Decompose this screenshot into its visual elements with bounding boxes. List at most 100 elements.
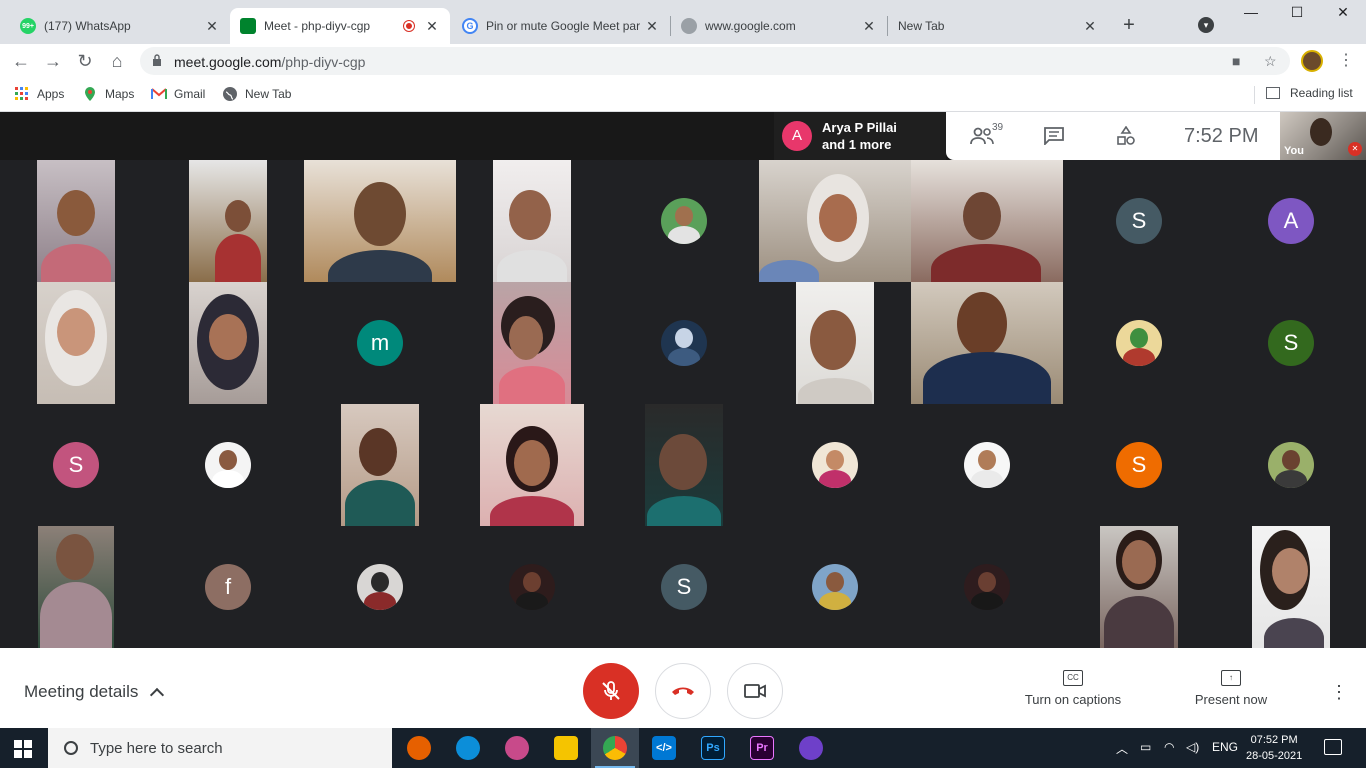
wifi-icon[interactable]: ◠ — [1164, 740, 1174, 754]
bookmark-gmail[interactable]: Gmail — [151, 86, 205, 102]
chrome-icon[interactable] — [603, 736, 627, 760]
present-now-button[interactable]: ↑ Present now — [1184, 670, 1278, 707]
windows-start-icon[interactable] — [14, 740, 32, 758]
participant-video-tile[interactable] — [759, 160, 911, 282]
volume-icon[interactable]: ◁) — [1186, 740, 1199, 754]
participant-video-tile[interactable] — [493, 160, 571, 282]
chevron-up-icon[interactable]: ︿ — [1116, 740, 1128, 757]
camera-permission-icon[interactable]: ■ — [1232, 53, 1240, 69]
close-icon[interactable]: ✕ — [644, 18, 660, 35]
meeting-details-button[interactable]: Meeting details — [24, 682, 165, 703]
microphone-toggle-button[interactable] — [583, 663, 639, 719]
participant-photo-avatar[interactable] — [964, 442, 1010, 488]
participant-video-tile[interactable] — [1100, 526, 1178, 648]
close-icon[interactable]: ✕ — [204, 18, 220, 35]
participant-photo-avatar[interactable] — [964, 564, 1010, 610]
participant-initial-avatar[interactable]: S — [1116, 198, 1162, 244]
close-window-button[interactable]: ✕ — [1320, 4, 1366, 26]
participant-face — [56, 534, 94, 580]
participant-video-tile[interactable] — [37, 282, 115, 404]
star-icon[interactable]: ☆ — [1264, 53, 1277, 70]
reading-list-button[interactable]: Reading list — [1266, 86, 1353, 100]
leave-call-button[interactable] — [655, 663, 711, 719]
participant-photo-avatar[interactable] — [509, 564, 555, 610]
firefox-icon[interactable] — [407, 736, 431, 760]
paint-icon[interactable] — [505, 736, 529, 760]
vscode-icon[interactable]: </> — [652, 736, 676, 760]
participant-video-tile[interactable] — [189, 160, 267, 282]
participant-video-tile[interactable] — [911, 282, 1063, 404]
close-icon[interactable]: ✕ — [861, 18, 877, 35]
reload-icon[interactable]: ↻ — [72, 48, 98, 74]
close-icon[interactable]: ✕ — [424, 18, 440, 35]
browser-tab-strip: 99+ (177) WhatsApp ✕ Meet - php-diyv-cgp… — [0, 0, 1366, 44]
github-icon[interactable] — [799, 736, 823, 760]
tab-search-icon[interactable]: ▾ — [1198, 17, 1214, 33]
participant-photo-avatar[interactable] — [661, 198, 707, 244]
close-icon[interactable]: ✕ — [1082, 18, 1098, 35]
participant-initial-avatar[interactable]: A — [1268, 198, 1314, 244]
participant-video-tile[interactable] — [796, 282, 874, 404]
bookmark-apps[interactable]: Apps — [14, 86, 64, 102]
participant-video-tile[interactable] — [341, 404, 419, 526]
participant-photo-avatar[interactable] — [205, 442, 251, 488]
participant-video-tile[interactable] — [645, 404, 723, 526]
participant-video-tile[interactable] — [38, 526, 114, 648]
forward-icon[interactable]: → — [40, 48, 66, 74]
participant-initial-avatar[interactable]: S — [1116, 442, 1162, 488]
new-tab-button[interactable]: + — [1117, 14, 1141, 38]
notifications-icon[interactable] — [1324, 739, 1342, 755]
home-icon[interactable]: ⌂ — [104, 48, 130, 74]
tab-new-tab[interactable]: New Tab ✕ — [888, 8, 1108, 44]
file-explorer-icon[interactable] — [554, 736, 578, 760]
participant-face — [57, 190, 95, 236]
participant-video-tile[interactable] — [189, 282, 267, 404]
participant-initial-avatar[interactable]: f — [205, 564, 251, 610]
participant-initial-avatar[interactable]: m — [357, 320, 403, 366]
participant-initial-avatar[interactable]: S — [53, 442, 99, 488]
participant-photo-avatar[interactable] — [812, 564, 858, 610]
participant-video-tile[interactable] — [37, 160, 115, 282]
participant-photo-avatar[interactable] — [357, 564, 403, 610]
battery-icon[interactable]: ▭ — [1140, 740, 1151, 754]
maximize-button[interactable]: ☐ — [1274, 4, 1320, 26]
participant-video-tile[interactable] — [480, 404, 584, 526]
meeting-details-label: Meeting details — [24, 682, 139, 701]
back-icon[interactable]: ← — [8, 48, 34, 74]
activities-button[interactable] — [1090, 112, 1162, 160]
more-options-icon[interactable]: ⋮ — [1330, 682, 1348, 703]
address-bar[interactable]: meet.google.com/php-diyv-cgp ■ ☆ — [140, 47, 1290, 75]
tab-whatsapp[interactable]: 99+ (177) WhatsApp ✕ — [10, 8, 230, 44]
minimize-button[interactable]: — — [1228, 4, 1274, 26]
participant-video-tile[interactable] — [1252, 526, 1330, 648]
captions-button[interactable]: CC Turn on captions — [1016, 670, 1130, 707]
bookmark-new-tab[interactable]: New Tab — [222, 86, 291, 102]
participant-photo-avatar[interactable] — [812, 442, 858, 488]
more-menu-icon[interactable]: ⋮ — [1338, 50, 1354, 70]
camera-toggle-button[interactable] — [727, 663, 783, 719]
edge-icon[interactable] — [456, 736, 480, 760]
participant-video-tile[interactable] — [304, 160, 456, 282]
participant-photo-avatar[interactable] — [661, 320, 707, 366]
active-speaker-chip[interactable]: A Arya P Pillai and 1 more — [774, 112, 946, 160]
bookmark-maps[interactable]: Maps — [82, 86, 134, 102]
photoshop-icon[interactable]: Ps — [701, 736, 725, 760]
participant-initial-avatar[interactable]: S — [1268, 320, 1314, 366]
language-indicator[interactable]: ENG — [1212, 740, 1238, 754]
taskbar-clock[interactable]: 07:52 PM 28-05-2021 — [1246, 732, 1302, 764]
self-label: You — [1284, 145, 1304, 157]
tab-pin-or-mute[interactable]: G Pin or mute Google Meet par ✕ — [452, 8, 670, 44]
taskbar-search-box[interactable]: Type here to search — [48, 728, 392, 768]
premiere-icon[interactable]: Pr — [750, 736, 774, 760]
participant-initial-avatar[interactable]: S — [661, 564, 707, 610]
participant-photo-avatar[interactable] — [1116, 320, 1162, 366]
tab-meet[interactable]: Meet - php-diyv-cgp ✕ — [230, 8, 450, 44]
participants-button[interactable]: 39 — [946, 112, 1018, 160]
participant-video-tile[interactable] — [911, 160, 1063, 282]
participant-video-tile[interactable] — [493, 282, 571, 404]
chat-button[interactable] — [1018, 112, 1090, 160]
tab-google[interactable]: www.google.com ✕ — [671, 8, 887, 44]
avatar[interactable] — [1301, 50, 1323, 72]
participant-photo-avatar[interactable] — [1268, 442, 1314, 488]
self-view-tile[interactable]: You ✕ — [1280, 112, 1366, 160]
